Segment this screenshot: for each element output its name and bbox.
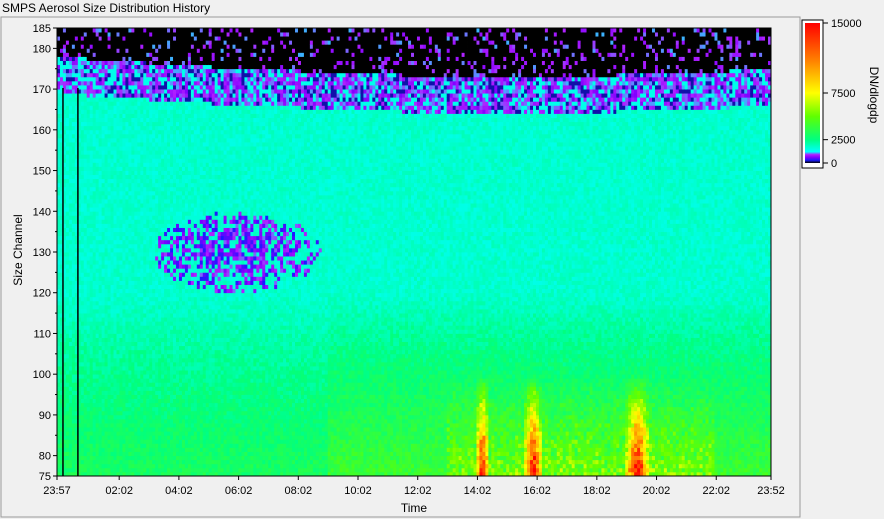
y-tick-label: 80 (39, 451, 51, 463)
x-tick-label: 14:02 (464, 485, 492, 497)
y-tick-label: 140 (33, 206, 51, 218)
x-tick-label: 20:02 (643, 485, 671, 497)
y-tick-label: 130 (33, 247, 51, 259)
y-tick-label: 110 (33, 328, 51, 340)
x-axis: 23:57 02:02 04:02 06:02 08:02 10:02 12:02 14:02… (43, 476, 785, 497)
x-tick-label: 12:02 (404, 485, 432, 497)
y-tick-label: 90 (39, 410, 51, 422)
x-tick-label: 23:57 (43, 485, 71, 497)
colorbar-label: DN/dlogdp (867, 67, 881, 124)
y-axis: 75 80 90 100 110 120 130 140 150 160 170 180 185 (33, 23, 57, 483)
colorbar-tick-label: 2500 (831, 135, 855, 147)
x-tick-label: 02:02 (105, 485, 133, 497)
x-tick-label: 04:02 (165, 485, 193, 497)
x-tick-label: 22:02 (702, 485, 730, 497)
x-tick-label: 08:02 (285, 485, 313, 497)
colorbar-tick-label: 15000 (831, 18, 862, 30)
colorbar: 15000 7500 2500 0 DN/dlogdp (801, 18, 881, 170)
y-tick-label: 150 (33, 166, 51, 178)
colorbar-gradient (805, 23, 820, 163)
x-tick-label: 06:02 (225, 485, 253, 497)
chart-area: 75 80 90 100 110 120 130 140 150 160 170 180 185 23:… (0, 16, 881, 518)
colorbar-tick-label: 7500 (831, 88, 855, 100)
x-tick-label: 16:02 (523, 485, 551, 497)
y-tick-label: 100 (33, 369, 51, 381)
x-tick-label: 18:02 (583, 485, 611, 497)
x-tick-label: 23:52 (757, 485, 785, 497)
y-tick-label: 120 (33, 288, 51, 300)
y-axis-label: Size Channel (11, 214, 25, 285)
x-axis-label: Time (401, 501, 428, 515)
colorbar-tick-label: 0 (831, 158, 837, 170)
y-tick-label: 180 (33, 43, 51, 55)
x-tick-label: 10:02 (344, 485, 372, 497)
y-tick-label: 160 (33, 125, 51, 137)
y-tick-label: 75 (39, 471, 51, 483)
y-tick-label: 185 (33, 23, 51, 35)
y-tick-label: 170 (33, 84, 51, 96)
heatmap[interactable] (57, 28, 772, 477)
